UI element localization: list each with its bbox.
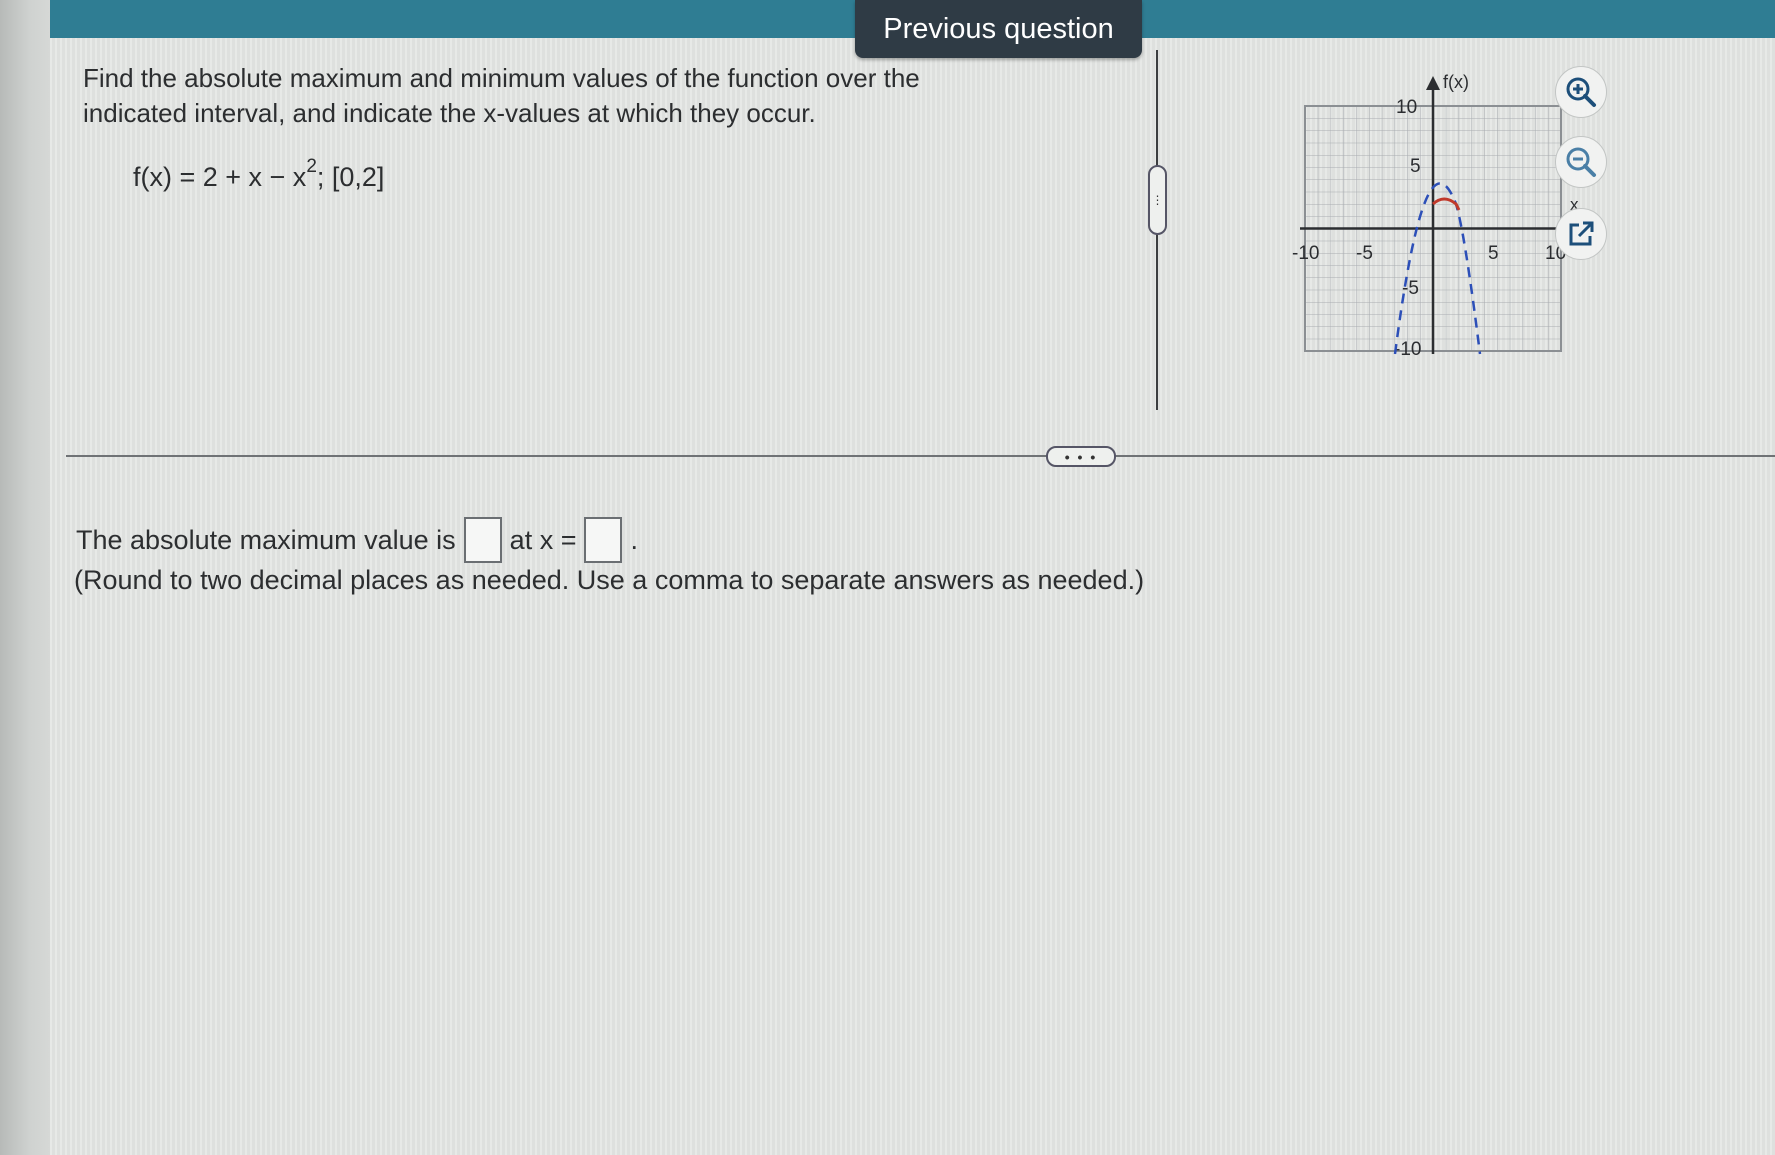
zoom-out-button[interactable]: [1555, 136, 1607, 188]
x-tick-label: -10: [1292, 243, 1319, 264]
question-prompt: Find the absolute maximum and minimum va…: [83, 63, 920, 128]
y-tick-label: 10: [1396, 97, 1417, 118]
x-tick-label: -5: [1356, 243, 1373, 264]
external-link-icon: [1569, 221, 1594, 246]
x-value-input[interactable]: [584, 517, 623, 563]
zoom-in-icon: [1566, 77, 1596, 107]
rounding-note: (Round to two decimal places as needed. …: [74, 565, 1145, 595]
question-page: Previous question Find the absolute maxi…: [50, 0, 1775, 1155]
function-formula: f(x) = 2 + x − x2; [0,2]: [133, 156, 385, 193]
horizontal-divider: [66, 455, 1775, 457]
end-punctuation: .: [630, 524, 638, 555]
vertical-resize-handle[interactable]: ⋮: [1148, 165, 1167, 235]
x-tick-label: 5: [1488, 243, 1499, 264]
formula-exponent: 2: [306, 156, 317, 177]
formula-prefix: f(x) = 2 + x − x: [133, 162, 307, 192]
answer-line: The absolute maximum value is at x = .: [76, 517, 638, 563]
y-tick-label: 5: [1410, 156, 1421, 177]
zoom-in-button[interactable]: [1555, 66, 1607, 118]
y-axis-arrow: [1426, 76, 1440, 90]
y-tick-label: -10: [1394, 339, 1421, 360]
max-value-input[interactable]: [463, 517, 502, 563]
zoom-out-icon: [1566, 147, 1596, 177]
max-label: The absolute maximum value is: [76, 524, 456, 555]
open-external-button[interactable]: [1555, 208, 1607, 260]
previous-question-button[interactable]: Previous question: [855, 0, 1142, 58]
left-bezel: [0, 0, 50, 1155]
horizontal-resize-handle[interactable]: • • •: [1046, 446, 1116, 467]
y-axis-label: f(x): [1443, 72, 1469, 92]
at-x-label: at x =: [509, 524, 577, 555]
formula-suffix: ; [0,2]: [316, 162, 385, 192]
